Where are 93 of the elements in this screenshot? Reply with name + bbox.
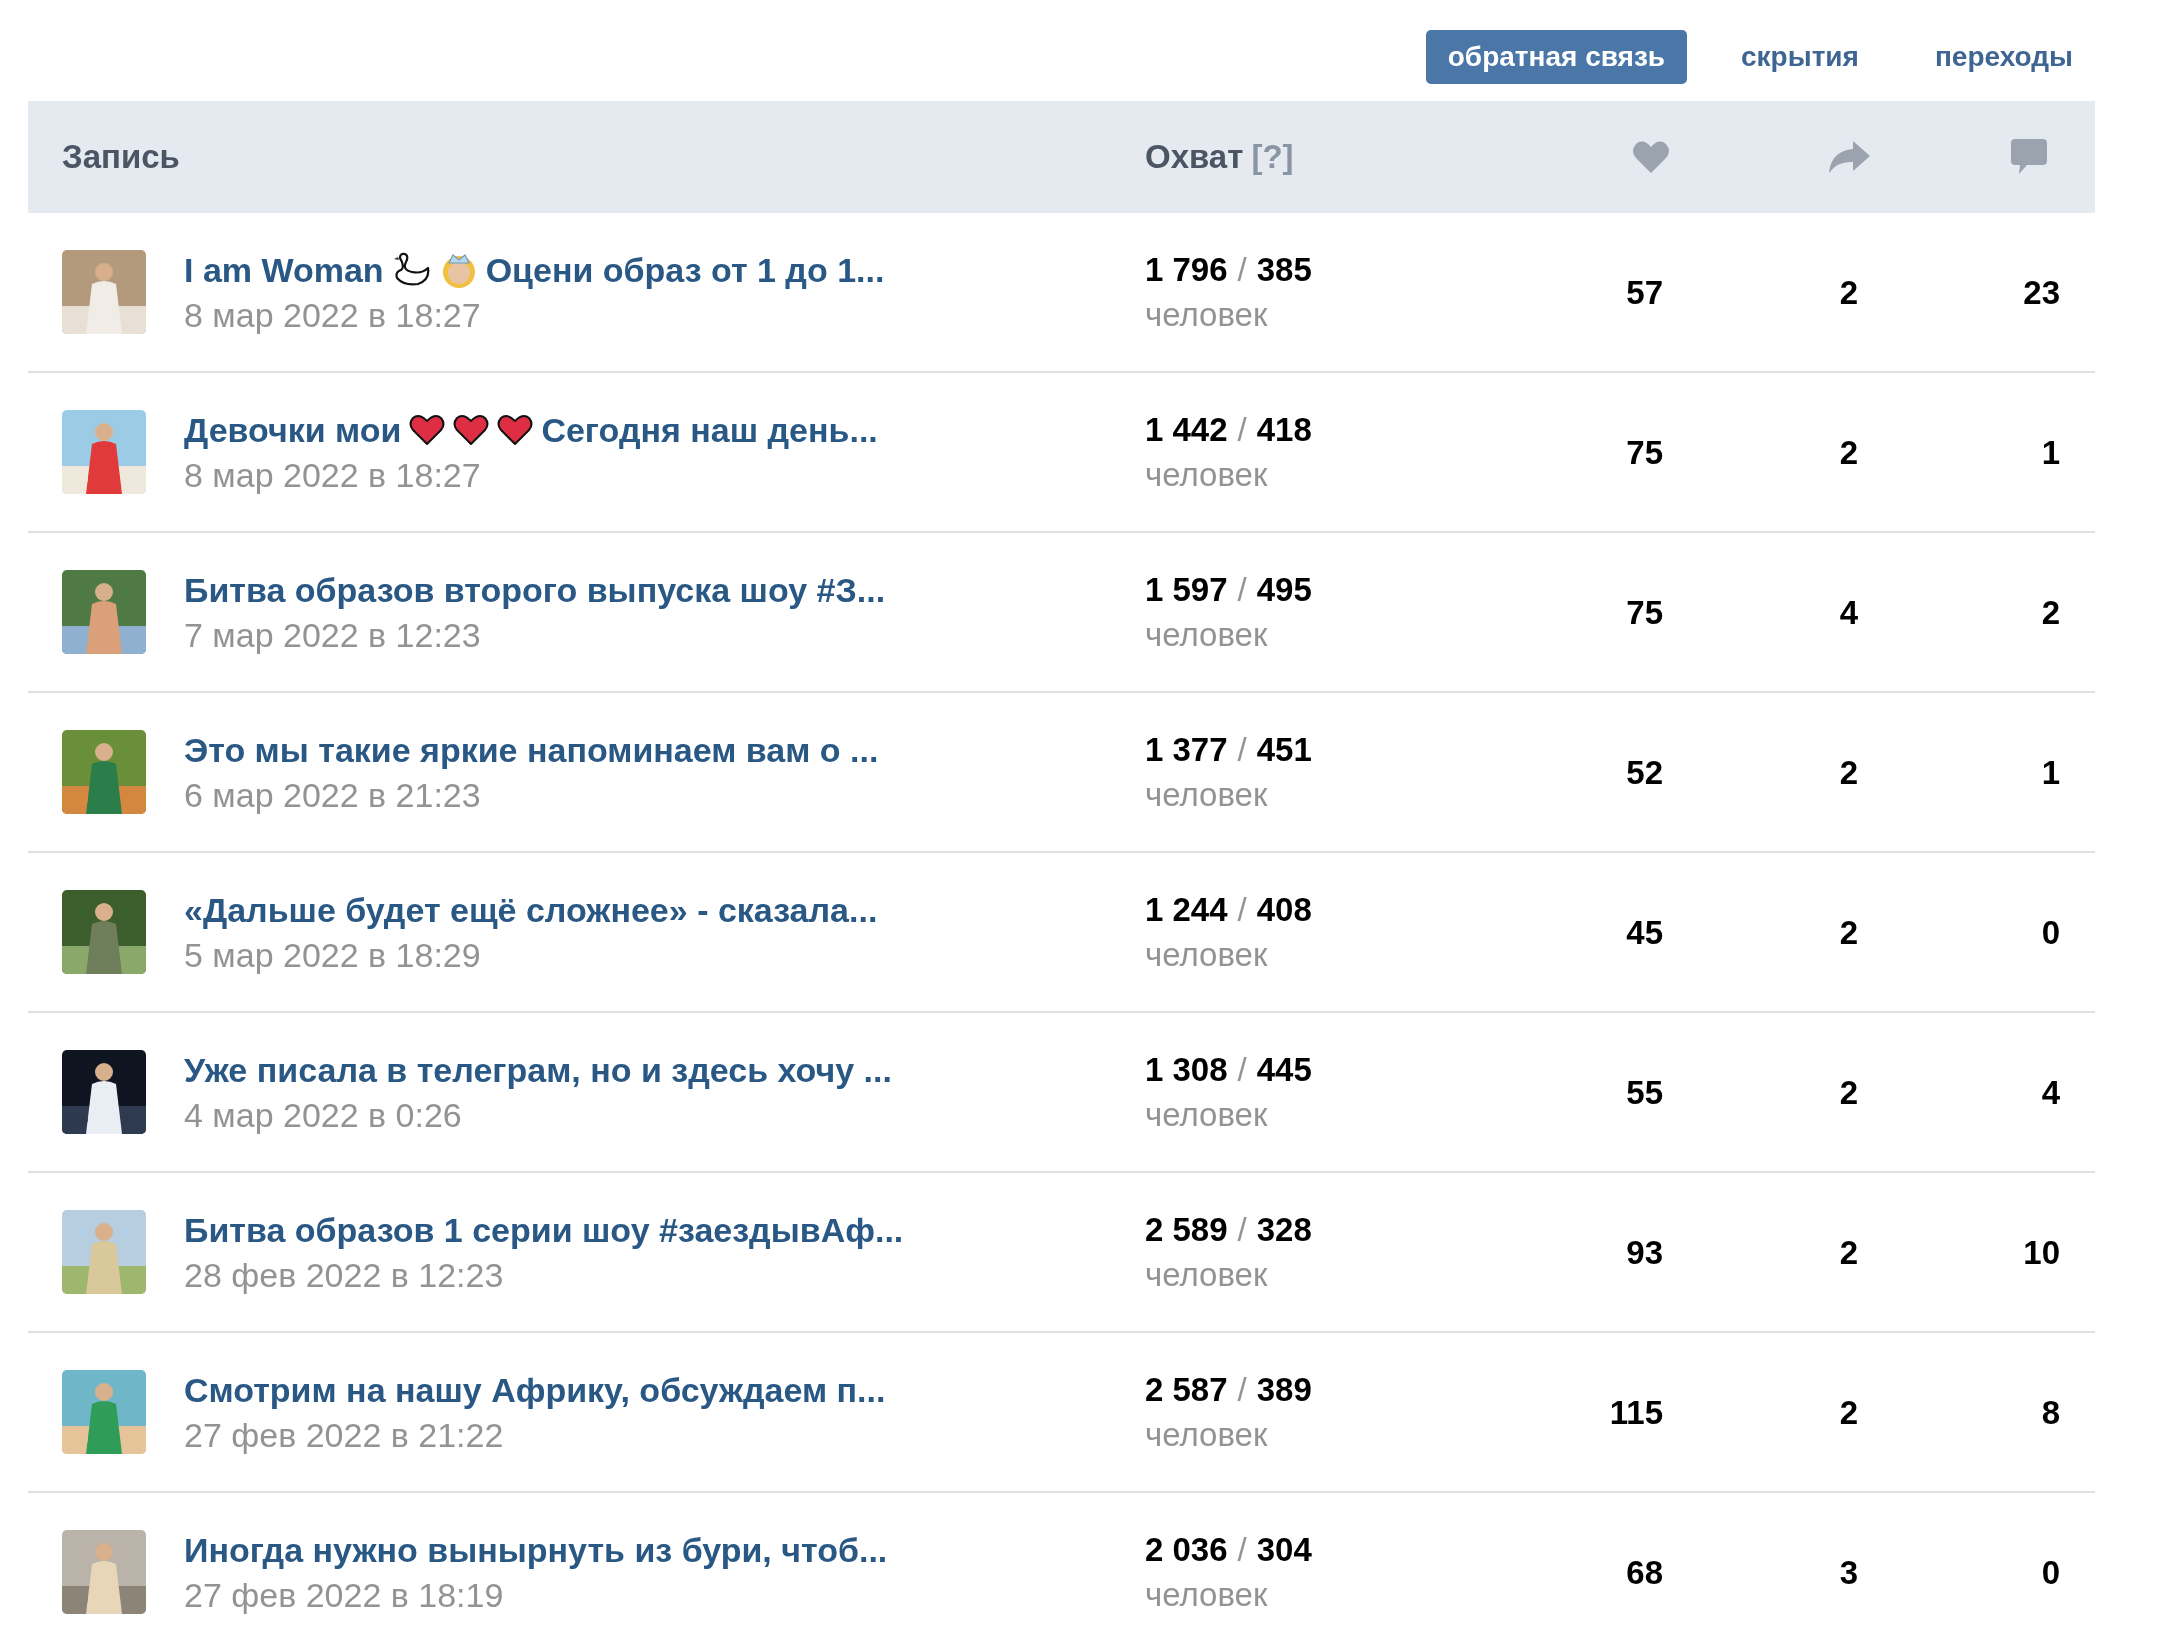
heart-icon <box>497 414 534 446</box>
column-header: Охват <box>1145 138 1244 176</box>
reach-total: 1 442 <box>1145 411 1228 449</box>
reach-viral: 389 <box>1256 1371 1312 1409</box>
separator: / <box>1237 411 1247 449</box>
likes-count: 75 <box>1625 433 1664 472</box>
comments-count: 10 <box>2022 1233 2061 1272</box>
shares-count: 2 <box>1838 1073 1860 1112</box>
post-title[interactable]: Битва образов второго выпуска шоу #З... <box>184 570 886 610</box>
post-title[interactable]: Битва образов 1 серии шоу #заездывАф... <box>184 1210 904 1250</box>
reach-total: 2 589 <box>1145 1211 1228 1249</box>
shares-count: 2 <box>1838 433 1860 472</box>
reach-total: 2 036 <box>1145 1531 1228 1569</box>
reach-viral: 385 <box>1256 251 1312 289</box>
comments-count: 1 <box>2040 753 2061 792</box>
reach-unit: человек <box>1145 455 1269 495</box>
comments-count: 2 <box>2040 593 2061 632</box>
share-icon <box>1827 139 1871 175</box>
reach-unit: человек <box>1145 1255 1269 1295</box>
filter-tab[interactable]: обратная связь <box>1425 30 1688 84</box>
shares-count: 3 <box>1838 1553 1860 1592</box>
comments-count: 8 <box>2040 1393 2061 1432</box>
reach-unit: человек <box>1145 1575 1269 1615</box>
reach-unit: человек <box>1145 1095 1269 1135</box>
reach-unit: человек <box>1145 775 1269 815</box>
heart-icon <box>409 414 446 446</box>
reach-viral: 445 <box>1256 1051 1312 1089</box>
comments-count: 1 <box>2040 433 2061 472</box>
reach-total: 1 244 <box>1145 891 1228 929</box>
reach-unit: человек <box>1145 935 1269 975</box>
post-date: 7 мар 2022 в 12:23 <box>184 615 482 656</box>
column-header: Запись <box>61 138 181 176</box>
post-date: 27 фев 2022 в 21:22 <box>184 1415 505 1456</box>
comments-count: 0 <box>2040 1553 2061 1592</box>
likes-count: 52 <box>1625 753 1664 792</box>
post-title[interactable]: Девочки мои <box>184 410 402 450</box>
reach-total: 1 308 <box>1145 1051 1228 1089</box>
reach-viral: 328 <box>1256 1211 1312 1249</box>
reach-total: 2 587 <box>1145 1371 1228 1409</box>
reach-viral: 451 <box>1256 731 1312 769</box>
post-date: 27 фев 2022 в 18:19 <box>184 1575 505 1616</box>
post-date: 8 мар 2022 в 18:27 <box>184 295 482 336</box>
post-date: 5 мар 2022 в 18:29 <box>184 935 482 976</box>
filter-tab[interactable]: переходы <box>1912 30 2095 84</box>
separator: / <box>1237 891 1247 929</box>
separator: / <box>1237 571 1247 609</box>
comments-count: 23 <box>2022 273 2061 312</box>
shares-count: 2 <box>1838 753 1860 792</box>
reach-viral: 408 <box>1256 891 1312 929</box>
reach-total: 1 377 <box>1145 731 1228 769</box>
post-date: 28 фев 2022 в 12:23 <box>184 1255 505 1296</box>
post-title[interactable]: Уже писала в телеграм, но и здесь хочу ... <box>184 1050 892 1090</box>
reach-unit: человек <box>1145 1415 1269 1455</box>
reach-total: 1 796 <box>1145 251 1228 289</box>
separator: / <box>1237 1051 1247 1089</box>
likes-count: 57 <box>1625 273 1664 312</box>
post-title[interactable]: Сегодня наш день... <box>541 410 878 450</box>
post-date: 8 мар 2022 в 18:27 <box>184 455 482 496</box>
post-date: 4 мар 2022 в 0:26 <box>184 1095 463 1136</box>
post-title[interactable]: «Дальше будет ещё сложнее» - сказала... <box>184 890 878 930</box>
separator: / <box>1237 251 1247 289</box>
shares-count: 2 <box>1838 1233 1860 1272</box>
reach-viral: 495 <box>1256 571 1312 609</box>
reach-viral: 304 <box>1256 1531 1312 1569</box>
post-title[interactable]: Иногда нужно вынырнуть из бури, чтоб... <box>184 1530 888 1570</box>
post-title[interactable]: I am Woman <box>184 250 384 290</box>
heart-icon <box>1631 139 1671 175</box>
heart-icon <box>453 414 490 446</box>
reach-viral: 418 <box>1256 411 1312 449</box>
filter-tab[interactable]: скрытия <box>1719 30 1881 84</box>
separator: / <box>1237 1211 1247 1249</box>
likes-count: 93 <box>1625 1233 1664 1272</box>
shares-count: 2 <box>1838 273 1860 312</box>
likes-count: 55 <box>1625 1073 1664 1112</box>
separator: / <box>1237 1371 1247 1409</box>
comments-count: 0 <box>2040 913 2061 952</box>
reach-unit: человек <box>1145 295 1269 335</box>
shares-count: 4 <box>1838 593 1860 632</box>
likes-count: 68 <box>1625 1553 1664 1592</box>
likes-count: 115 <box>1608 1393 1664 1432</box>
shares-count: 2 <box>1838 1393 1860 1432</box>
post-title[interactable]: Оцени образ от 1 до 1... <box>485 250 885 290</box>
comments-count: 4 <box>2040 1073 2061 1112</box>
post-title[interactable]: Смотрим на нашу Африку, обсуждаем п... <box>184 1370 886 1410</box>
likes-count: 75 <box>1625 593 1664 632</box>
separator: / <box>1237 1531 1247 1569</box>
likes-count: 45 <box>1625 913 1664 952</box>
separator: / <box>1237 731 1247 769</box>
post-title[interactable]: Это мы такие яркие напоминаем вам о ... <box>184 730 879 770</box>
reach-total: 1 597 <box>1145 571 1228 609</box>
reach-unit: человек <box>1145 615 1269 655</box>
post-date: 6 мар 2022 в 21:23 <box>184 775 482 816</box>
shares-count: 2 <box>1838 913 1860 952</box>
